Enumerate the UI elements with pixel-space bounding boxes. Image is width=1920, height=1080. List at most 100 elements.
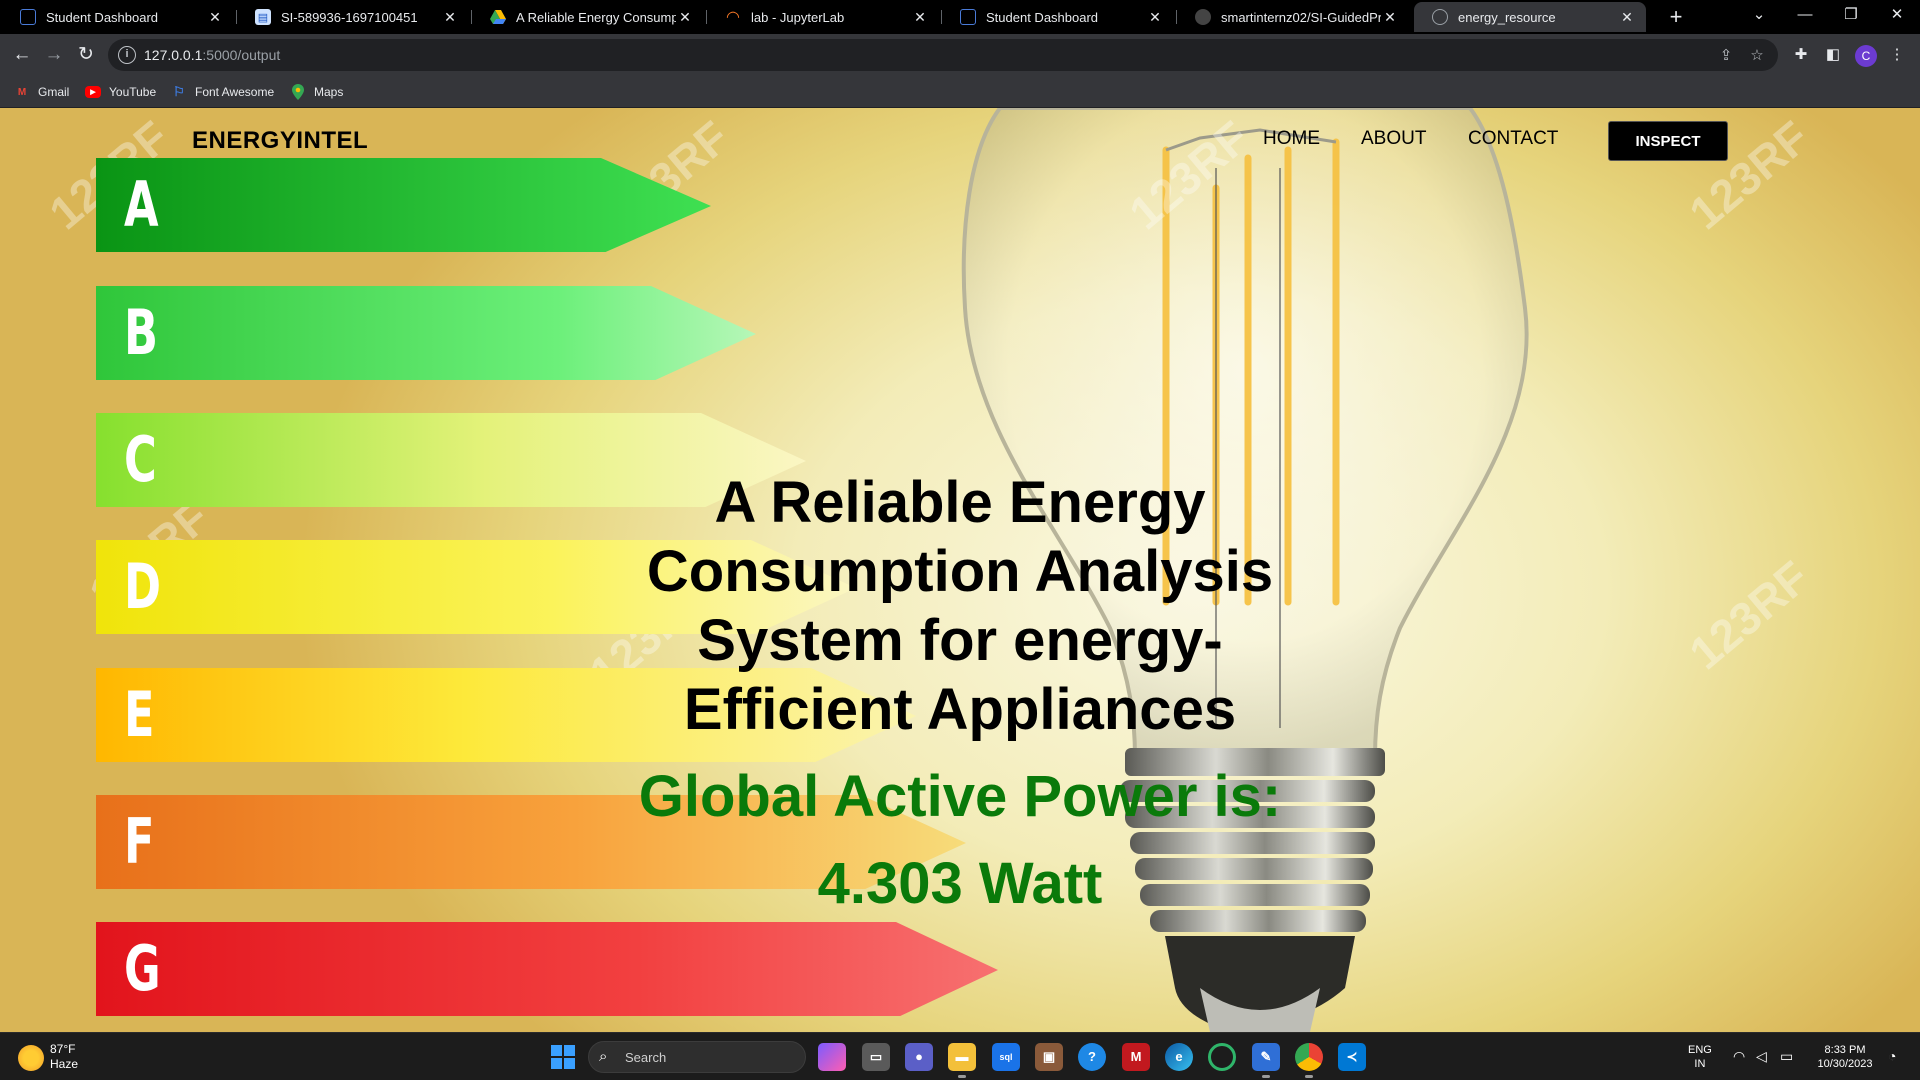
language-region: IN	[1694, 1058, 1706, 1070]
share-icon[interactable]: ⇪	[1715, 45, 1737, 67]
site-info-icon[interactable]: i	[118, 46, 136, 64]
bookmark-label: Font Awesome	[195, 85, 275, 99]
result-label: Global Active Power is:	[638, 764, 1282, 829]
close-icon[interactable]: ✕	[1381, 9, 1399, 26]
url-text[interactable]: 127.0.0.1:5000/output	[144, 47, 280, 63]
energy-class-d: D	[96, 540, 186, 634]
tab-title: lab - JupyterLab	[751, 9, 845, 25]
address-bar[interactable]: i 127.0.0.1:5000/output ⇪ ☆	[108, 39, 1778, 71]
language-indicator[interactable]: ENG IN	[1688, 1043, 1712, 1071]
restore-button[interactable]: ❐	[1828, 0, 1874, 34]
tab-title: Student Dashboard	[46, 9, 159, 25]
back-button[interactable]: ←	[9, 42, 35, 68]
gmail-icon: M	[17, 86, 27, 98]
tab-title: energy_resource	[1458, 9, 1556, 25]
site-brand-logo[interactable]: ENERGYINTEL	[192, 127, 368, 155]
paint-app-icon[interactable]: ✎	[1252, 1043, 1280, 1078]
menu-kebab-icon[interactable]: ⋮	[1886, 44, 1908, 66]
forward-button[interactable]: →	[41, 42, 67, 68]
new-tab-button[interactable]: +	[1662, 4, 1690, 32]
tab-drive-doc[interactable]: A Reliable Energy Consumption ✕	[472, 2, 704, 32]
browser-toolbar: ← → ↻ i 127.0.0.1:5000/output ⇪ ☆ ✚ ◧ C …	[0, 34, 1920, 76]
mysql-workbench-icon[interactable]: sql	[992, 1043, 1020, 1071]
url-path: :5000/output	[202, 47, 281, 63]
close-icon[interactable]: ✕	[911, 9, 929, 26]
energy-class-letter: E	[124, 678, 155, 751]
volume-icon[interactable]: ◁	[1756, 1048, 1767, 1065]
chrome-icon[interactable]	[1295, 1043, 1323, 1078]
tab-energy-resource[interactable]: energy_resource ✕	[1414, 2, 1646, 32]
close-icon[interactable]: ✕	[1146, 9, 1164, 26]
close-icon[interactable]: ✕	[676, 9, 694, 26]
edge-browser-icon[interactable]: e	[1165, 1043, 1193, 1071]
flag-icon: ⚐	[173, 84, 185, 99]
page-viewport: 123RF 123RF 123RF 123RF 123RF 123RF 123R…	[0, 108, 1920, 1032]
close-icon[interactable]: ✕	[441, 9, 459, 26]
close-window-button[interactable]: ✕	[1874, 0, 1920, 34]
energy-class-band-g	[96, 922, 998, 1016]
teams-chat-icon[interactable]: ●	[905, 1043, 933, 1071]
taskbar-search-placeholder: Search	[625, 1050, 667, 1065]
close-icon[interactable]: ✕	[1618, 9, 1636, 26]
clock[interactable]: 8:33 PM 10/30/2023	[1810, 1043, 1880, 1071]
tab-title: A Reliable Energy Consumption	[516, 9, 676, 25]
weather-sun-icon[interactable]	[18, 1045, 44, 1071]
bookmarks-bar: M Gmail ▶ YouTube ⚐ Font Awesome Maps	[0, 76, 1920, 108]
taskbar-search[interactable]: ⌕ Search	[588, 1041, 806, 1073]
windows-start-icon[interactable]	[551, 1045, 575, 1069]
side-panel-icon[interactable]: ◧	[1822, 44, 1844, 66]
tab-student-dashboard-2[interactable]: Student Dashboard ✕	[942, 2, 1174, 32]
energy-class-band-b	[96, 286, 756, 380]
clock-date: 10/30/2023	[1817, 1058, 1873, 1070]
minimize-button[interactable]: —	[1782, 0, 1828, 34]
notification-bell-icon[interactable]: ◔	[1888, 1048, 1896, 1064]
inspect-button[interactable]: INSPECT	[1608, 121, 1728, 161]
extensions-puzzle-icon[interactable]: ✚	[1790, 44, 1812, 66]
jupyter-icon: ◠	[726, 9, 740, 26]
tab-student-dashboard[interactable]: Student Dashboard ✕	[2, 2, 234, 32]
energy-class-b: B	[96, 286, 186, 380]
clock-time: 8:33 PM	[1824, 1044, 1866, 1056]
tab-strip: Student Dashboard ✕ ▤ SI-589936-16971004…	[0, 0, 1920, 34]
tab-title: SI-589936-1697100451	[281, 9, 418, 25]
weather-condition: Haze	[50, 1057, 79, 1071]
globe-icon	[1432, 9, 1448, 25]
url-host: 127.0.0.1	[144, 47, 203, 63]
tab-github[interactable]: smartinternz02/SI-GuidedProje ✕	[1177, 2, 1409, 32]
wifi-icon[interactable]: ◠	[1733, 1048, 1745, 1065]
bookmark-gmail[interactable]: M Gmail	[14, 83, 70, 101]
energy-class-g: G	[96, 922, 186, 1016]
tab-smartinternz[interactable]: ▤ SI-589936-1697100451 ✕	[237, 2, 469, 32]
bookmark-youtube[interactable]: ▶ YouTube	[85, 83, 156, 101]
weather-temp: 87°F	[50, 1042, 76, 1056]
battery-icon[interactable]: ▭	[1780, 1048, 1793, 1065]
profile-avatar[interactable]: C	[1855, 45, 1877, 67]
photos-app-icon[interactable]: ▣	[1035, 1043, 1063, 1071]
mcafee-icon[interactable]: M	[1122, 1043, 1150, 1071]
energy-class-letter: C	[124, 423, 157, 496]
result-value: 4.303 Watt	[817, 851, 1103, 916]
tab-search-chevron-icon[interactable]: ⌄	[1736, 0, 1782, 34]
ring-app-icon[interactable]	[1208, 1043, 1236, 1071]
bookmark-maps[interactable]: Maps	[290, 83, 343, 101]
bookmark-font-awesome[interactable]: ⚐ Font Awesome	[171, 83, 274, 101]
bookmark-label: Maps	[314, 85, 344, 99]
nav-about-link[interactable]: ABOUT	[1361, 128, 1426, 150]
file-explorer-icon[interactable]: ▬	[948, 1043, 976, 1078]
bookmark-star-icon[interactable]: ☆	[1746, 45, 1768, 67]
nav-home-link[interactable]: HOME	[1263, 128, 1320, 150]
student-dashboard-icon	[960, 9, 976, 25]
tab-jupyterlab[interactable]: ◠ lab - JupyterLab ✕	[707, 2, 939, 32]
energy-class-letter: G	[124, 932, 161, 1005]
student-dashboard-icon	[20, 9, 36, 25]
weather-widget[interactable]: 87°F Haze	[50, 1042, 78, 1072]
copilot-icon[interactable]	[818, 1043, 846, 1071]
task-view-icon[interactable]: ▭	[862, 1043, 890, 1071]
help-icon[interactable]: ?	[1078, 1043, 1106, 1071]
reload-button[interactable]: ↻	[73, 42, 99, 68]
nav-contact-link[interactable]: CONTACT	[1468, 128, 1558, 150]
document-icon: ▤	[255, 9, 271, 25]
close-icon[interactable]: ✕	[206, 9, 224, 26]
vscode-icon[interactable]: ≺	[1338, 1043, 1366, 1071]
maps-pin-icon	[290, 84, 306, 100]
